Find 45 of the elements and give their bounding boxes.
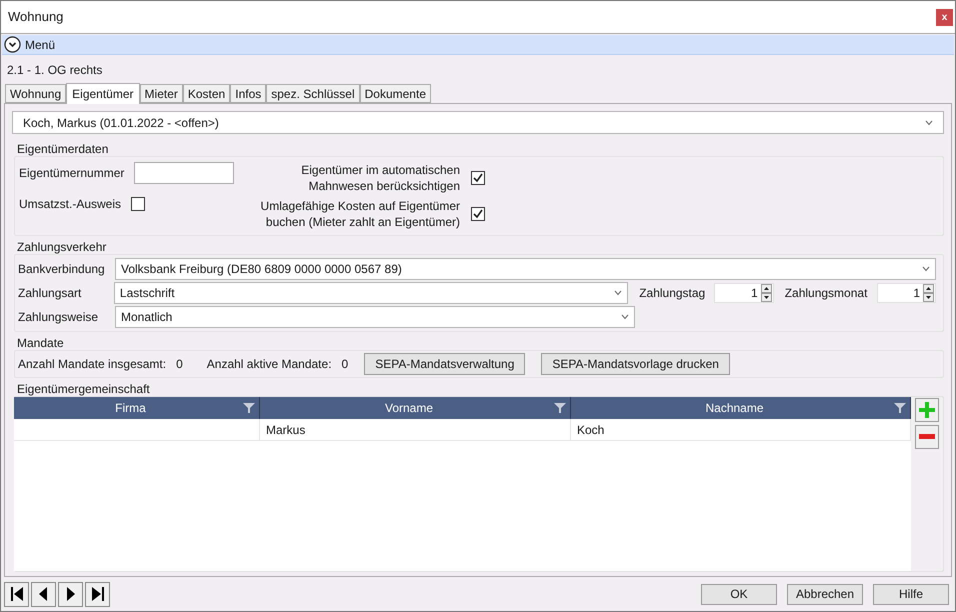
window-title: Wohnung	[8, 8, 64, 26]
column-header[interactable]: Vorname	[260, 397, 571, 419]
table-cell: Koch	[571, 419, 911, 440]
group-title: Eigentümerdaten	[16, 142, 110, 156]
field-label: Eigentümernummer	[19, 165, 124, 182]
tab[interactable]: Infos	[230, 84, 266, 103]
dialog-button[interactable]: Abbrechen	[787, 584, 863, 604]
dropdown[interactable]: Koch, Markus (01.01.2022 - <offen>)	[12, 111, 944, 134]
table-cell: Markus	[260, 419, 571, 440]
count-value: 0	[176, 356, 183, 373]
number-field[interactable]: 1	[714, 283, 774, 303]
tab[interactable]: Wohnung	[5, 84, 66, 103]
dropdown[interactable]: Volksbank Freiburg (DE80 6809 0000 0000 0567 89)	[115, 258, 936, 280]
field-label: Zahlungstag	[639, 285, 706, 302]
tab[interactable]: Kosten	[182, 84, 230, 103]
tab[interactable]: Mieter	[140, 84, 183, 103]
column-header[interactable]: Firma	[14, 397, 260, 419]
count-value: 0	[342, 356, 348, 373]
option-label: Eigentümer im automatischen Mahnwesen berücksichtigen	[300, 162, 460, 194]
dialog-button[interactable]: Hilfe	[873, 584, 949, 604]
option-label: Umlagefähige Kosten auf Eigentümer buchen (Mieter zahlt an Eigentümer)	[260, 198, 460, 230]
count-label: Anzahl aktive Mandate:	[206, 356, 332, 373]
group-title: Mandate	[16, 336, 65, 350]
column-header[interactable]: Nachname	[571, 397, 911, 419]
tab[interactable]: Eigentümer	[66, 83, 140, 104]
field-label: Bankverbindung	[18, 261, 106, 278]
field-label: Zahlungsweise	[18, 309, 100, 326]
action-button[interactable]: SEPA-Mandatsvorlage drucken	[541, 353, 730, 375]
menu-bar[interactable]: Menü	[2, 35, 954, 55]
dropdown[interactable]: Lastschrift	[114, 282, 628, 304]
close-button[interactable]: x	[936, 8, 953, 26]
tab[interactable]: spez. Schlüssel	[266, 84, 360, 103]
count-label: Anzahl Mandate insgesamt:	[18, 356, 166, 373]
breadcrumb: 2.1 - 1. OG rechts	[7, 63, 104, 77]
field-label: Zahlungsart	[18, 285, 82, 302]
dialog-button[interactable]: OK	[701, 584, 777, 604]
group-title: Eigentümergemeinschaft	[16, 382, 151, 396]
tab[interactable]: Dokumente	[360, 84, 431, 103]
field-label: Zahlungsmonat	[784, 285, 868, 302]
field-label: Umsatzst.-Ausweis	[19, 196, 122, 213]
group-title: Zahlungsverkehr	[16, 240, 108, 254]
number-field[interactable]: 1	[876, 283, 936, 303]
action-button[interactable]: SEPA-Mandatsverwaltung	[364, 353, 526, 375]
menu-label: Menü	[25, 36, 56, 54]
dropdown[interactable]: Monatlich	[115, 306, 635, 328]
